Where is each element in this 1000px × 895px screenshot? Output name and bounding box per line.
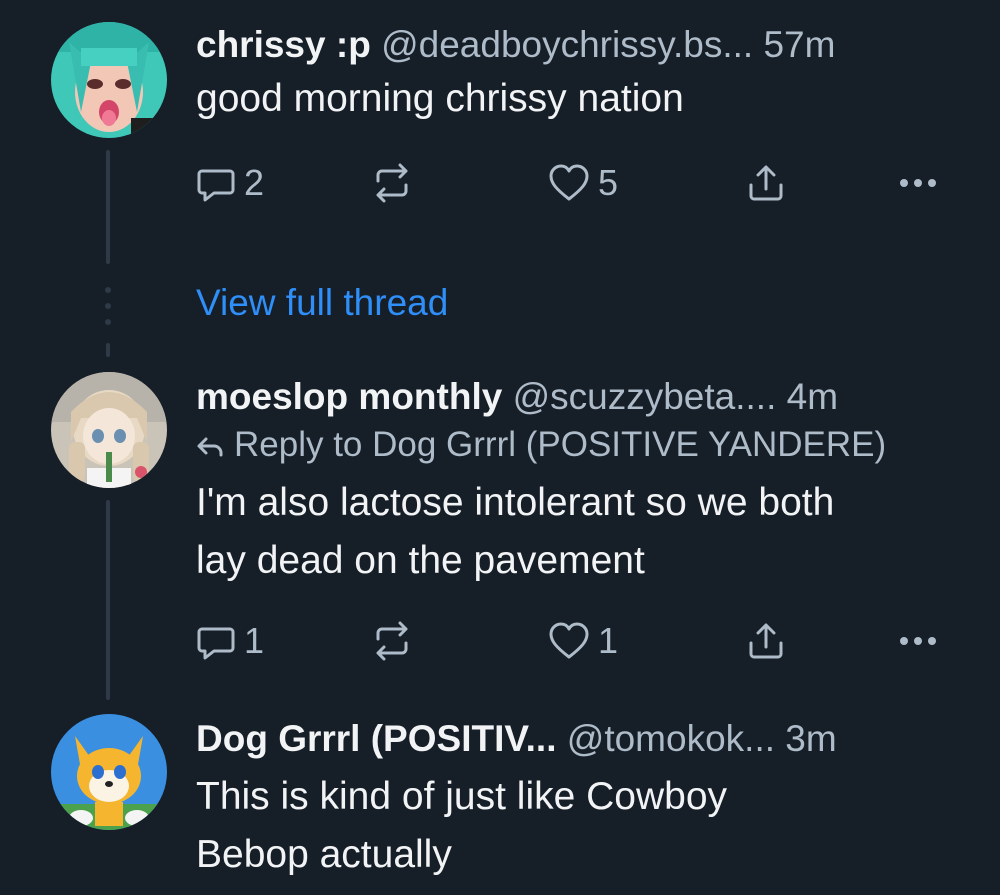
reply-button[interactable]: 1 (196, 616, 264, 666)
reply-arrow-icon (197, 437, 223, 457)
post-text: good morning chrissy nation (196, 77, 684, 120)
post-text-line: Bebop actually (196, 833, 452, 876)
post-text: This is kind of just like Cowboy Bebop a… (196, 768, 976, 884)
share-icon (749, 165, 783, 201)
handle[interactable]: @tomokok... (567, 718, 775, 759)
repost-button[interactable] (370, 158, 414, 208)
repost-icon (376, 621, 408, 661)
post-2[interactable]: moeslop monthly @scuzzybeta.... 4m Reply… (0, 360, 1000, 700)
post-header: moeslop monthly @scuzzybeta.... 4m (196, 372, 976, 422)
share-button[interactable] (746, 158, 786, 208)
avatar-teal-hair-icon (51, 22, 167, 138)
avatar[interactable] (51, 22, 167, 138)
post-text-line: I'm also lactose intolerant so we both (196, 481, 835, 524)
post-header: chrissy :p @deadboychrissy.bs... 57m (196, 20, 976, 70)
post-3[interactable]: Dog Grrrl (POSITIV... @tomokok... 3m Thi… (0, 700, 1000, 895)
like-button[interactable]: 5 (548, 158, 618, 208)
action-bar: 2 5 (196, 158, 956, 208)
thread-dot (105, 303, 111, 309)
share-button[interactable] (746, 616, 786, 666)
thread-line (106, 500, 110, 700)
post-text-line: lay dead on the pavement (196, 539, 645, 582)
share-icon (749, 623, 783, 659)
reply-count: 2 (244, 162, 265, 203)
view-full-thread-link[interactable]: View full thread (196, 280, 448, 326)
post-header: Dog Grrrl (POSITIV... @tomokok... 3m (196, 714, 976, 764)
avatar-anime-girl-icon (51, 372, 167, 488)
reply-button[interactable]: 2 (196, 158, 264, 208)
more-icon (900, 179, 936, 187)
reply-icon (197, 169, 235, 202)
post-text: I'm also lactose intolerant so we both l… (196, 474, 976, 590)
post-text-line: This is kind of just like Cowboy (196, 775, 728, 818)
like-count: 5 (598, 162, 619, 203)
like-button[interactable]: 1 (548, 616, 618, 666)
more-button[interactable] (896, 158, 940, 208)
timestamp[interactable]: 3m (785, 718, 836, 759)
reply-icon (197, 627, 235, 660)
display-name[interactable]: moeslop monthly (196, 376, 502, 417)
timestamp[interactable]: 4m (787, 376, 838, 417)
repost-button[interactable] (370, 616, 414, 666)
thread-line (106, 343, 110, 357)
thread-dot (105, 287, 111, 293)
heart-icon (549, 622, 589, 659)
timestamp[interactable]: 57m (763, 24, 835, 65)
avatar[interactable] (51, 372, 167, 488)
reply-context[interactable]: Reply to Dog Grrrl (POSITIVE YANDERE) (196, 422, 976, 468)
post-1[interactable]: chrissy :p @deadboychrissy.bs... 57m goo… (0, 0, 1000, 264)
avatar[interactable] (51, 714, 167, 830)
more-button[interactable] (896, 616, 940, 666)
display-name[interactable]: Dog Grrrl (POSITIV... (196, 718, 556, 759)
action-bar: 1 1 (196, 616, 956, 666)
display-name[interactable]: chrissy :p (196, 24, 371, 65)
reply-count: 1 (244, 620, 265, 661)
handle[interactable]: @deadboychrissy.bs... (381, 24, 753, 65)
reply-to-label: Reply to Dog Grrrl (POSITIVE YANDERE) (234, 425, 887, 464)
handle[interactable]: @scuzzybeta.... (513, 376, 777, 417)
heart-icon (549, 164, 589, 201)
thread-dot (105, 319, 111, 325)
thread-line (106, 150, 110, 264)
more-icon (900, 637, 936, 645)
repost-icon (376, 163, 408, 203)
like-count: 1 (598, 620, 619, 661)
avatar-fox-icon (51, 714, 167, 830)
